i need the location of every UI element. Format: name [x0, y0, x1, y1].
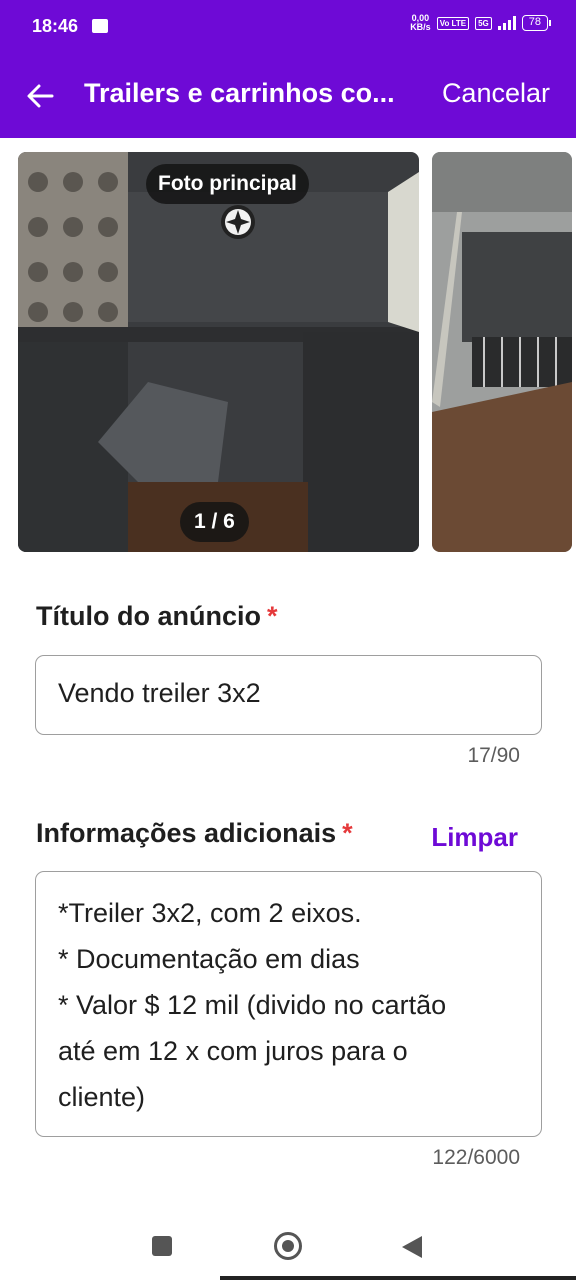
- description-line: cliente): [58, 1082, 146, 1112]
- volte-icon: Vo LTE: [436, 16, 470, 30]
- system-nav-bar: [0, 1200, 576, 1280]
- description-char-counter: 122/6000: [432, 1146, 520, 1169]
- description-textarea[interactable]: *Treiler 3x2, com 2 eixos. * Documentaçã…: [35, 871, 542, 1137]
- back-triangle-icon[interactable]: [402, 1236, 422, 1258]
- ad-title-value: Vendo treiler 3x2: [58, 678, 261, 708]
- arrow-left-icon[interactable]: [22, 78, 58, 114]
- required-mark: *: [266, 601, 278, 631]
- required-mark: *: [342, 818, 353, 848]
- description-label: Informações adicionais *: [36, 818, 353, 848]
- battery-icon: 78: [521, 15, 552, 31]
- status-bar: 18:46 0,00 KB/s Vo LTE 5G 78: [0, 0, 576, 56]
- recents-icon[interactable]: [152, 1236, 172, 1256]
- title-label: Título do anúncio *: [36, 601, 278, 631]
- ad-title-input[interactable]: Vendo treiler 3x2: [35, 655, 542, 735]
- trailer-interior-image: [18, 152, 419, 552]
- signal-icon: [497, 16, 516, 30]
- gesture-bar: [220, 1276, 576, 1280]
- clear-button[interactable]: Limpar: [431, 822, 518, 853]
- 5g-icon: 5G: [475, 16, 492, 30]
- photo-gallery[interactable]: Foto principal 1 / 6: [0, 150, 576, 554]
- app-bar: Trailers e carrinhos co... Cancelar: [0, 56, 576, 138]
- main-photo-badge: Foto principal: [146, 164, 309, 204]
- trailer-exterior-image: [432, 152, 572, 552]
- status-time: 18:46: [32, 16, 79, 36]
- cancel-button[interactable]: Cancelar: [442, 78, 550, 109]
- network-speed: 0,00 KB/s: [410, 13, 431, 32]
- description-line: * Valor $ 12 mil (divido no cartão: [58, 990, 447, 1020]
- photo-counter: 1 / 6: [180, 502, 249, 542]
- photo-thumbnail[interactable]: [432, 152, 572, 552]
- status-indicators: 0,00 KB/s Vo LTE 5G 78: [410, 13, 552, 32]
- main-photo[interactable]: Foto principal 1 / 6: [18, 152, 419, 552]
- home-icon[interactable]: [274, 1232, 302, 1260]
- notification-icon: [92, 19, 108, 33]
- page-title: Trailers e carrinhos co...: [84, 78, 395, 108]
- description-line: * Documentação em dias: [58, 944, 360, 974]
- description-line: *Treiler 3x2, com 2 eixos.: [58, 898, 362, 928]
- title-char-counter: 17/90: [467, 744, 520, 767]
- description-line: até em 12 x com juros para o: [58, 1036, 408, 1066]
